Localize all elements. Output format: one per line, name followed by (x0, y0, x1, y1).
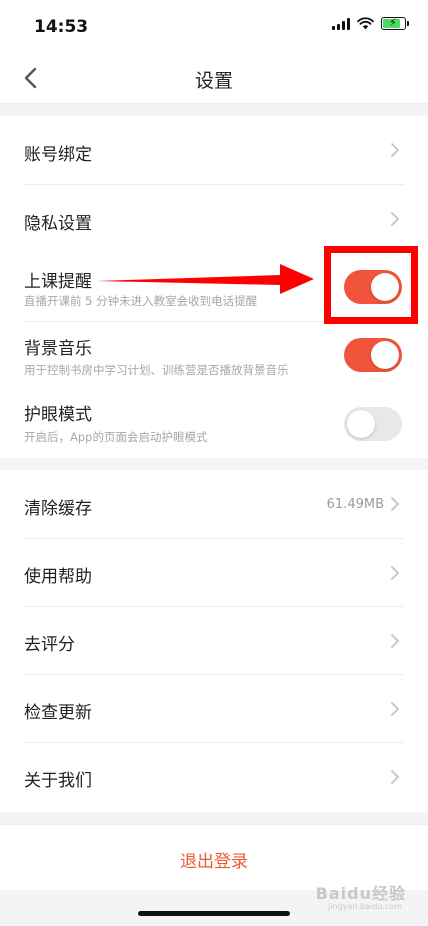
row-label: 隐私设置 (24, 214, 92, 234)
battery-icon: ⚡ (381, 16, 409, 30)
wifi-icon (357, 17, 374, 30)
watermark-url: jingyan.baidu.com (328, 902, 402, 911)
status-bar: 14:53 ⚡ (0, 0, 428, 52)
signal-icon (332, 17, 350, 30)
chevron-right-icon (391, 770, 399, 784)
row-help[interactable]: 使用帮助 (0, 539, 428, 606)
nav-bar: 设置 (0, 52, 428, 104)
row-label: 去评分 (24, 635, 75, 655)
logout-label: 退出登录 (180, 852, 248, 872)
chevron-right-icon (391, 212, 399, 226)
row-description: 用于控制书房中学习计划、训练营是否播放背景音乐 (24, 363, 289, 377)
charging-icon: ⚡ (389, 16, 397, 29)
row-label: 上课提醒 (24, 272, 92, 292)
background-music-toggle[interactable] (344, 338, 402, 372)
row-label: 检查更新 (24, 703, 92, 723)
row-label: 账号绑定 (24, 145, 92, 165)
home-indicator (138, 911, 290, 916)
row-clear-cache[interactable]: 清除缓存 61.49MB (0, 470, 428, 538)
status-time: 14:53 (34, 17, 89, 37)
row-privacy[interactable]: 隐私设置 (0, 185, 428, 253)
toggle-knob (371, 341, 399, 369)
settings-group-general: 清除缓存 61.49MB 使用帮助 去评分 检查更新 关于我们 (0, 470, 428, 812)
row-label: 关于我们 (24, 771, 92, 791)
row-label: 背景音乐 (24, 339, 92, 359)
eye-care-toggle[interactable] (344, 407, 402, 441)
row-label: 护眼模式 (24, 405, 92, 425)
chevron-right-icon (391, 634, 399, 648)
toggle-knob (347, 410, 375, 438)
cache-size-value: 61.49MB (326, 497, 384, 512)
chevron-right-icon (391, 702, 399, 716)
row-about[interactable]: 关于我们 (0, 743, 428, 812)
annotation-arrow (96, 264, 314, 294)
page-title: 设置 (194, 70, 233, 92)
status-icons: ⚡ (332, 16, 409, 30)
row-label: 使用帮助 (24, 567, 92, 587)
row-account-binding[interactable]: 账号绑定 (0, 116, 428, 184)
row-check-update[interactable]: 检查更新 (0, 675, 428, 742)
row-label: 清除缓存 (24, 499, 92, 519)
annotation-highlight-box (324, 246, 418, 324)
chevron-right-icon (391, 566, 399, 580)
watermark-logo: Baidu经验 (315, 884, 406, 903)
row-background-music: 背景音乐 用于控制书房中学习计划、训练营是否播放背景音乐 (0, 322, 428, 388)
row-rate[interactable]: 去评分 (0, 607, 428, 674)
row-description: 开启后，App的页面会启动护眼模式 (24, 430, 208, 444)
chevron-right-icon (391, 143, 399, 157)
row-eye-care: 护眼模式 开启后，App的页面会启动护眼模式 (0, 388, 428, 458)
chevron-right-icon (391, 497, 399, 511)
